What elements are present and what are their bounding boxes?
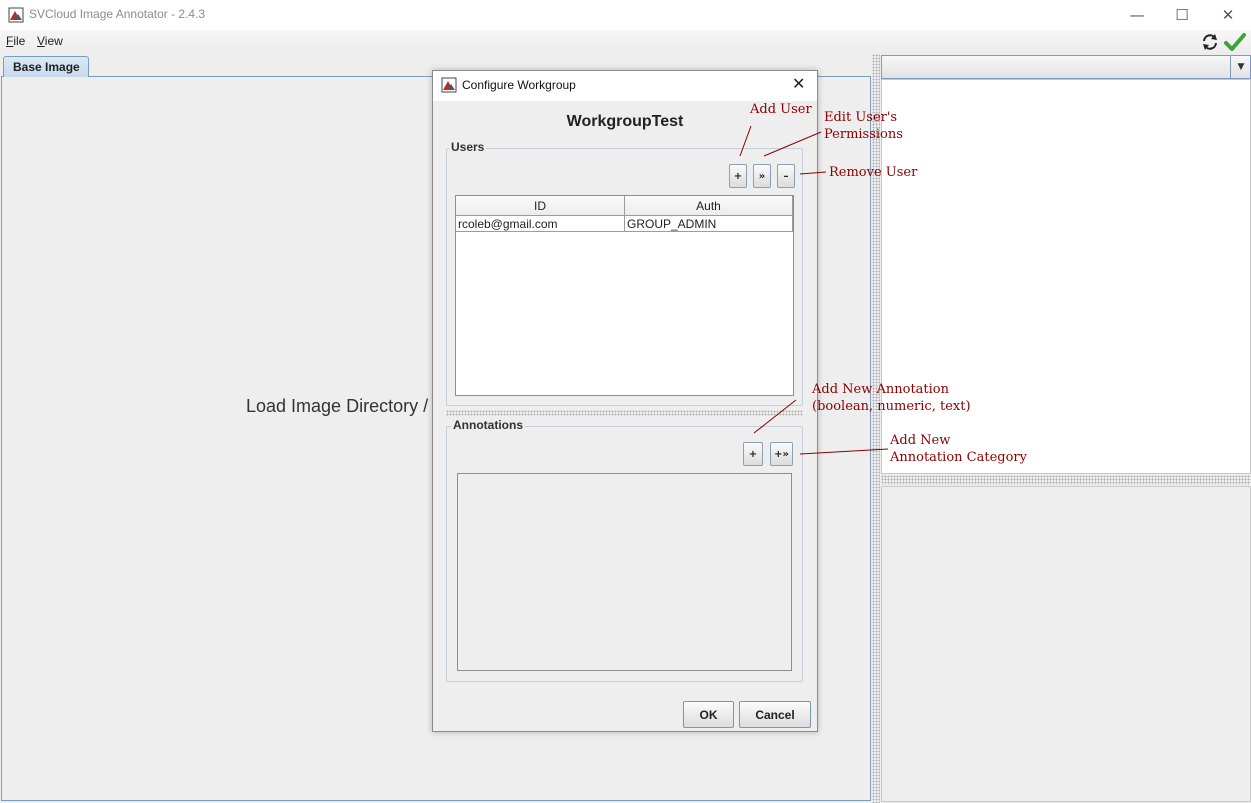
users-group-title: Users — [449, 140, 487, 154]
table-cell-auth[interactable]: GROUP_ADMIN — [625, 216, 793, 232]
callout-annotation-line-1: Add New Annotation — [812, 382, 950, 397]
window-title: SVCloud Image Annotator - 2.4.3 — [29, 7, 206, 21]
callout-add-category: Add New Annotation Category — [890, 432, 1027, 466]
callout-edit-permissions: Edit User's Permissions — [824, 109, 903, 143]
callout-edit-line-2: Permissions — [824, 127, 903, 142]
callout-category-line-1: Add New — [890, 433, 951, 448]
column-header-id[interactable]: ID — [456, 196, 625, 216]
menu-file-label: ile — [13, 34, 26, 48]
dialog-splitter[interactable] — [446, 410, 803, 416]
dialog-title: Configure Workgroup — [462, 78, 576, 92]
tab-base-image[interactable]: Base Image — [3, 56, 89, 77]
annotations-group-title: Annotations — [451, 418, 525, 432]
callout-edit-line-1: Edit User's — [824, 110, 898, 125]
callout-add-annotation: Add New Annotation (boolean, numeric, te… — [812, 381, 971, 415]
add-annotation-category-button[interactable]: +» — [770, 442, 793, 466]
callout-remove-user: Remove User — [829, 165, 918, 180]
add-annotation-button[interactable]: + — [743, 442, 763, 466]
minimize-button[interactable]: — — [1114, 0, 1160, 30]
menu-view-accel: V — [37, 34, 45, 48]
app-icon — [8, 7, 24, 23]
close-window-button[interactable]: ✕ — [1205, 0, 1251, 30]
horizontal-splitter[interactable] — [881, 475, 1251, 485]
menu-view[interactable]: View — [37, 34, 63, 48]
table-cell-id[interactable]: rcoleb@gmail.com — [456, 216, 625, 232]
cancel-button[interactable]: Cancel — [739, 701, 811, 728]
callout-add-user: Add User — [750, 102, 812, 117]
dialog-app-icon — [441, 77, 457, 93]
menu-view-label: iew — [44, 34, 63, 48]
load-image-prompt: Load Image Directory / C — [246, 396, 432, 416]
right-bottom-panel — [881, 486, 1251, 802]
callout-annotation-line-2: (boolean, numeric, text) — [812, 399, 971, 414]
maximize-button[interactable]: ☐ — [1159, 0, 1205, 30]
add-user-button[interactable]: + — [729, 164, 747, 188]
callout-category-line-2: Annotation Category — [890, 450, 1027, 465]
ok-button[interactable]: OK — [683, 701, 734, 728]
check-icon[interactable] — [1224, 31, 1246, 53]
remove-user-button[interactable]: – — [777, 164, 795, 188]
dialog-close-icon[interactable]: ✕ — [792, 74, 805, 93]
column-header-auth[interactable]: Auth — [625, 196, 793, 216]
annotations-list — [457, 473, 792, 671]
menu-file[interactable]: File — [6, 34, 25, 48]
chevron-down-icon[interactable]: ▼ — [1230, 55, 1251, 79]
sync-icon[interactable] — [1200, 32, 1220, 52]
right-combo-box[interactable] — [881, 55, 1251, 79]
menu-bar — [0, 30, 1251, 54]
edit-user-permissions-button[interactable]: » — [753, 164, 771, 188]
